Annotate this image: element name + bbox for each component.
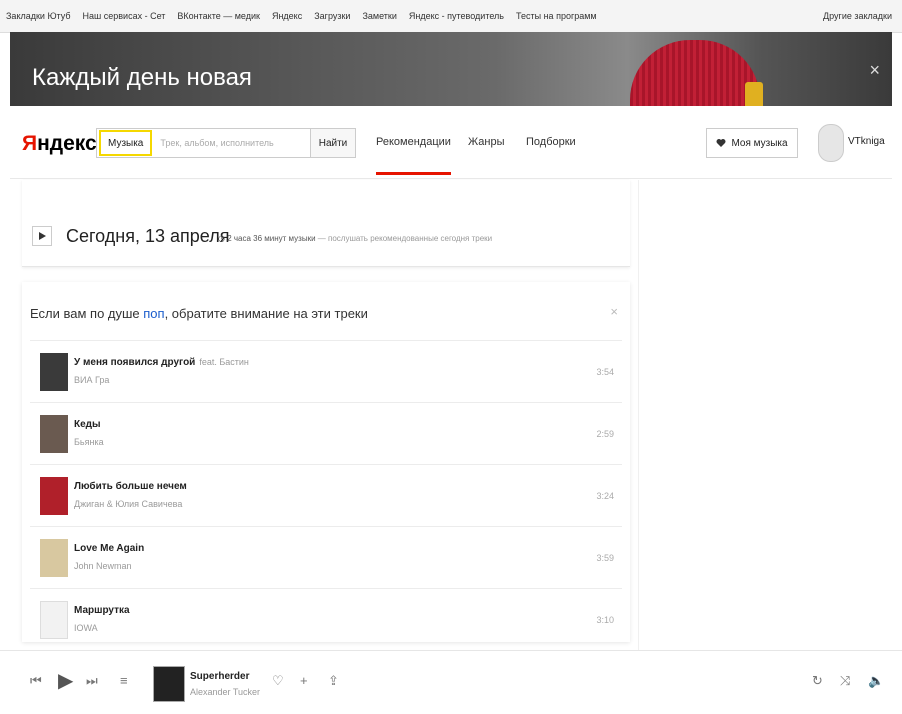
bookmark-item[interactable]: Заметки: [356, 11, 402, 21]
tab-collections[interactable]: Подборки: [526, 136, 576, 148]
recommendation-heading: Если вам по душе поп, обратите внимание …: [30, 306, 368, 321]
player-track-artist[interactable]: Alexander Tucker: [190, 687, 260, 697]
heading-prefix: Если вам по душе: [30, 306, 144, 321]
player-track-title[interactable]: Superherder: [190, 671, 249, 682]
track-artist[interactable]: John Newman: [74, 561, 132, 571]
yandex-logo[interactable]: Яндекс: [22, 132, 97, 156]
track-title[interactable]: Love Me Again: [74, 543, 148, 554]
play-today-button[interactable]: [32, 226, 52, 246]
recommendation-card: Если вам по душе поп, обратите внимание …: [22, 282, 630, 642]
bookmark-item[interactable]: Яндекс: [266, 11, 308, 21]
tab-genres[interactable]: Жанры: [468, 136, 505, 148]
track-row[interactable]: Love Me Again John Newman 3:59: [30, 526, 622, 588]
other-bookmarks[interactable]: Другие закладки: [823, 11, 902, 21]
track-title[interactable]: Кеды: [74, 419, 105, 430]
banner-close-icon[interactable]: ×: [869, 60, 880, 81]
track-cover[interactable]: [40, 539, 68, 577]
track-cover[interactable]: [40, 477, 68, 515]
track-duration: 3:54: [596, 367, 614, 377]
track-duration: 3:10: [596, 615, 614, 625]
duration-text[interactable]: 2 часа 36 минут музыки: [227, 234, 315, 243]
track-title-text: Маршрутка: [74, 605, 130, 616]
banner-image-hat: [630, 40, 760, 106]
player-bar: ⏮ ▶ ⏭ ≡ Superherder Alexander Tucker ♡ +…: [0, 650, 902, 714]
track-title[interactable]: Любить больше нечем: [74, 481, 191, 492]
logo-rest: ндекс: [37, 132, 97, 155]
track-row[interactable]: Кеды Бьянка 2:59: [30, 402, 622, 464]
track-title-text: Любить больше нечем: [74, 481, 187, 492]
playlist-icon[interactable]: ≡: [120, 673, 128, 688]
play-icon: [38, 232, 46, 240]
repeat-icon[interactable]: ↻: [812, 673, 823, 689]
tab-recommendations[interactable]: Рекомендации: [376, 136, 451, 175]
heading-suffix: , обратите внимание на эти треки: [164, 306, 368, 321]
bookmark-item[interactable]: Загрузки: [308, 11, 356, 21]
username[interactable]: VTkniga: [848, 136, 885, 147]
track-duration: 3:24: [596, 491, 614, 501]
track-duration: 2:59: [596, 429, 614, 439]
search-scope-tag[interactable]: Музыка: [99, 130, 153, 156]
player-cover[interactable]: [153, 666, 185, 702]
track-title-text: Love Me Again: [74, 543, 145, 554]
bookmark-item[interactable]: ВКонтакте — медик: [171, 11, 266, 21]
today-hint: — послушать рекомендованные сегодня трек…: [317, 234, 493, 243]
avatar[interactable]: [818, 124, 844, 162]
close-icon[interactable]: ×: [610, 304, 618, 319]
bookmarks-bar: Закладки Ютуб Наш сервисах - Сет ВКонтак…: [0, 0, 902, 33]
banner-image-detail: [745, 82, 763, 106]
track-title-text: У меня появился другой: [74, 357, 196, 368]
bookmark-item[interactable]: Наш сервисах - Сет: [77, 11, 172, 21]
genre-link[interactable]: поп: [143, 306, 164, 321]
my-music-button[interactable]: Моя музыка: [706, 128, 798, 158]
track-artist[interactable]: Бьянка: [74, 437, 104, 447]
bookmark-item[interactable]: Тесты на программ: [510, 11, 603, 21]
previous-icon[interactable]: ⏮: [30, 673, 42, 689]
site-header: Яндекс Музыка Найти Рекомендации Жанры П…: [10, 106, 892, 179]
banner-title: Каждый день новая: [32, 64, 252, 91]
track-cover[interactable]: [40, 353, 68, 391]
today-block: Сегодня, 13 апреля ◷ 2 часа 36 минут муз…: [22, 180, 630, 267]
bookmark-item[interactable]: Яндекс - путеводитель: [403, 11, 510, 21]
track-duration: 3:59: [596, 553, 614, 563]
heart-icon[interactable]: ♡: [272, 673, 284, 689]
play-icon[interactable]: ▶: [58, 668, 73, 693]
today-date: Сегодня, 13 апреля: [66, 226, 230, 246]
heart-icon: [716, 139, 726, 147]
bookmark-item[interactable]: Закладки Ютуб: [0, 11, 77, 21]
track-row[interactable]: Маршрутка IOWA 3:10: [30, 588, 622, 642]
track-row[interactable]: Любить больше нечем Джиган & Юлия Савиче…: [30, 464, 622, 526]
today-duration: ◷ 2 часа 36 минут музыки — послушать рек…: [218, 234, 492, 243]
track-artist[interactable]: Джиган & Юлия Савичева: [74, 499, 182, 509]
promo-banner[interactable]: Каждый день новая ×: [10, 32, 892, 106]
track-cover[interactable]: [40, 415, 68, 453]
share-icon[interactable]: ⇪: [328, 673, 339, 689]
track-feat: feat. Бастин: [199, 357, 249, 367]
search-input[interactable]: [158, 137, 303, 149]
search-button[interactable]: Найти: [310, 128, 356, 158]
next-icon[interactable]: ⏭: [86, 673, 98, 689]
track-title[interactable]: У меня появился другой feat. Бастин: [74, 357, 249, 368]
add-icon[interactable]: +: [300, 673, 308, 688]
shuffle-icon[interactable]: ⤨: [840, 673, 850, 689]
track-cover-placeholder[interactable]: [40, 601, 68, 639]
logo-first-letter: Я: [22, 132, 38, 155]
track-title-text: Кеды: [74, 419, 101, 430]
volume-icon[interactable]: 🔈: [868, 673, 884, 689]
track-title[interactable]: Маршрутка: [74, 605, 134, 616]
bookmarks-list: Закладки Ютуб Наш сервисах - Сет ВКонтак…: [0, 11, 823, 21]
right-column-divider: [638, 180, 639, 650]
track-artist[interactable]: ВИА Гра: [74, 375, 109, 385]
track-artist[interactable]: IOWA: [74, 623, 98, 633]
track-row[interactable]: У меня появился другой feat. Бастин ВИА Г…: [30, 340, 622, 402]
clock-icon: ◷: [218, 234, 228, 243]
my-music-label: Моя музыка: [731, 137, 788, 149]
